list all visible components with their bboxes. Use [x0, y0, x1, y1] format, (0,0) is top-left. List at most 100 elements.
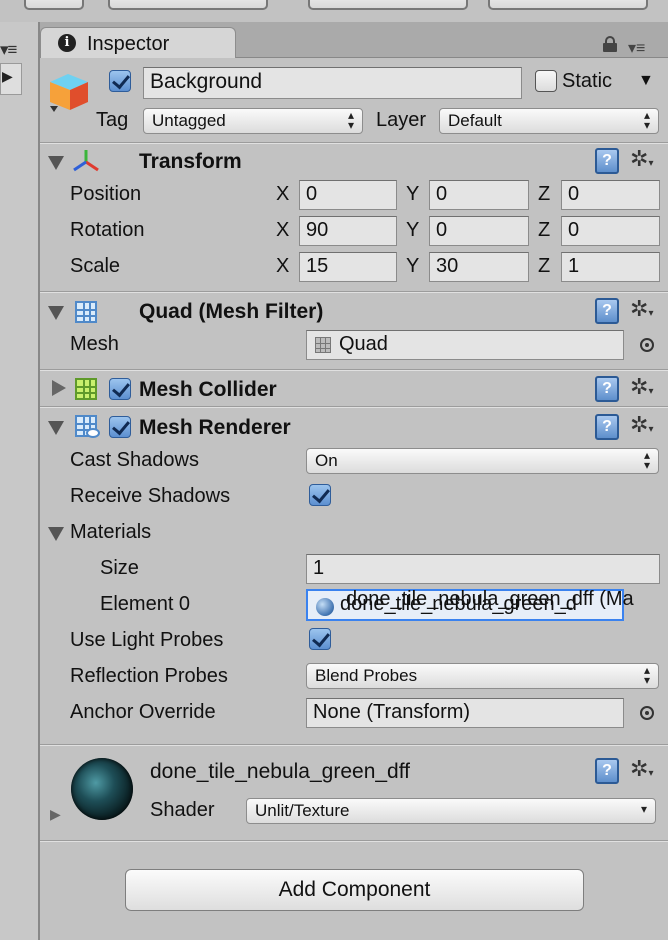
static-checkbox[interactable]	[535, 70, 557, 92]
light-probes-checkbox[interactable]	[309, 628, 331, 650]
left-panel-menu-icon[interactable]: ▾≡	[0, 40, 17, 60]
transform-foldout-icon[interactable]	[48, 156, 64, 170]
mesh-collider-icon	[75, 378, 97, 400]
gear-icon[interactable]: ✲▾	[630, 146, 653, 172]
divider	[40, 406, 668, 408]
scale-x-label: X	[276, 255, 290, 277]
position-y-input[interactable]: 0	[429, 180, 529, 210]
tag-value: Untagged	[152, 111, 226, 130]
toolbar-button[interactable]	[24, 0, 84, 10]
materials-label: Materials	[70, 521, 152, 543]
shader-dropdown[interactable]: Unlit/Texture ▾	[246, 798, 656, 824]
mesh-renderer-enabled-checkbox[interactable]	[109, 416, 131, 438]
dropdown-arrows-icon: ▴ ▾	[643, 663, 650, 687]
rotation-z-input[interactable]: 0	[561, 216, 660, 246]
tab-menu-icon[interactable]: ▾≡	[628, 38, 645, 58]
mesh-filter-foldout-icon[interactable]	[48, 306, 64, 320]
reflection-probes-dropdown[interactable]: Blend Probes ▴ ▾	[306, 663, 659, 689]
help-icon[interactable]: ?	[595, 758, 619, 784]
element0-label: Element 0	[100, 593, 191, 615]
mesh-grid-icon	[315, 337, 331, 353]
left-panel	[0, 22, 40, 940]
layer-dropdown[interactable]: Default ▴ ▾	[439, 108, 659, 134]
scale-z-input[interactable]: 1	[561, 252, 660, 282]
add-component-button[interactable]: Add Component	[125, 869, 584, 911]
transform-axes-icon	[73, 150, 99, 172]
size-label: Size	[100, 557, 139, 579]
static-label: Static	[562, 70, 613, 92]
mesh-renderer-foldout-icon[interactable]	[48, 421, 64, 435]
tag-dropdown[interactable]: Untagged ▴ ▾	[143, 108, 363, 134]
dropdown-arrows-icon: ▴ ▾	[643, 448, 650, 472]
material-name: done_tile_nebula_green_dff	[150, 760, 411, 783]
rotation-x-input[interactable]: 90	[299, 216, 397, 246]
layout-button[interactable]	[488, 0, 648, 10]
rotation-y-input[interactable]: 0	[429, 216, 529, 246]
lock-icon[interactable]	[603, 36, 617, 52]
gameobject-cube-icon	[50, 74, 88, 112]
object-picker-icon[interactable]	[640, 338, 654, 352]
dropdown-arrows-icon: ▴ ▾	[643, 108, 650, 132]
reflection-probes-value: Blend Probes	[315, 666, 418, 685]
scale-y-label: Y	[406, 255, 420, 277]
mesh-collider-title: Mesh Collider	[139, 378, 277, 401]
rotation-y-label: Y	[406, 219, 420, 241]
info-icon: i	[58, 34, 76, 52]
help-icon[interactable]: ?	[595, 298, 619, 324]
material-preview-thumbnail	[71, 758, 133, 820]
shader-label: Shader	[150, 799, 215, 821]
mesh-collider-foldout-icon[interactable]	[52, 380, 66, 396]
position-z-label: Z	[538, 183, 551, 205]
gear-icon[interactable]: ✲▾	[630, 756, 653, 782]
materials-size-input[interactable]: 1	[306, 554, 660, 584]
gear-icon[interactable]: ✲▾	[630, 374, 653, 400]
anchor-override-field[interactable]: None (Transform)	[306, 698, 624, 728]
material-foldout-icon[interactable]: ▶	[50, 806, 61, 823]
help-icon[interactable]: ?	[595, 148, 619, 174]
left-panel-row[interactable]: ▶	[0, 63, 22, 95]
material-sphere-icon	[316, 598, 334, 616]
transform-title: Transform	[139, 150, 242, 173]
layer-label: Layer	[376, 109, 427, 131]
position-label: Position	[70, 183, 142, 205]
object-picker-icon[interactable]	[640, 706, 654, 720]
receive-shadows-checkbox[interactable]	[309, 484, 331, 506]
mesh-label: Mesh	[70, 333, 119, 355]
help-icon[interactable]: ?	[595, 376, 619, 402]
cast-shadows-dropdown[interactable]: On ▴ ▾	[306, 448, 659, 474]
divider	[40, 142, 668, 144]
rotation-x-label: X	[276, 219, 290, 241]
position-z-input[interactable]: 0	[561, 180, 660, 210]
materials-foldout-icon[interactable]	[48, 527, 64, 541]
mesh-value: Quad	[339, 333, 388, 355]
gameobject-name-input[interactable]: Background	[143, 67, 522, 99]
mesh-collider-enabled-checkbox[interactable]	[109, 378, 131, 400]
scale-y-input[interactable]: 30	[429, 252, 529, 282]
dropdown-arrow-icon: ▾	[640, 802, 647, 816]
anchor-override-label: Anchor Override	[70, 701, 216, 723]
drag-ghost-label: done_tile_nebula_green_dff (Ma	[346, 588, 634, 610]
mesh-renderer-title: Mesh Renderer	[139, 416, 291, 439]
dropdown-arrows-icon: ▴ ▾	[347, 108, 354, 132]
position-x-label: X	[276, 183, 290, 205]
layers-button[interactable]	[308, 0, 468, 10]
account-button[interactable]	[108, 0, 268, 10]
shader-value: Unlit/Texture	[255, 801, 350, 820]
mesh-object-field[interactable]: Quad	[306, 330, 624, 360]
cast-shadows-label: Cast Shadows	[70, 449, 199, 471]
tab-inspector[interactable]: i Inspector	[40, 27, 236, 59]
static-dropdown-arrow-icon[interactable]: ▼	[638, 72, 654, 90]
scale-x-input[interactable]: 15	[299, 252, 397, 282]
reflection-probes-label: Reflection Probes	[70, 665, 228, 687]
divider	[40, 369, 668, 371]
gameobject-active-checkbox[interactable]	[109, 70, 131, 92]
tag-label: Tag	[96, 109, 129, 131]
divider	[40, 744, 668, 746]
gear-icon[interactable]: ✲▾	[630, 296, 653, 322]
position-x-input[interactable]: 0	[299, 180, 397, 210]
mesh-filter-icon	[75, 301, 97, 323]
position-y-label: Y	[406, 183, 420, 205]
renderer-eye-icon	[86, 428, 100, 438]
help-icon[interactable]: ?	[595, 414, 619, 440]
gear-icon[interactable]: ✲▾	[630, 412, 653, 438]
